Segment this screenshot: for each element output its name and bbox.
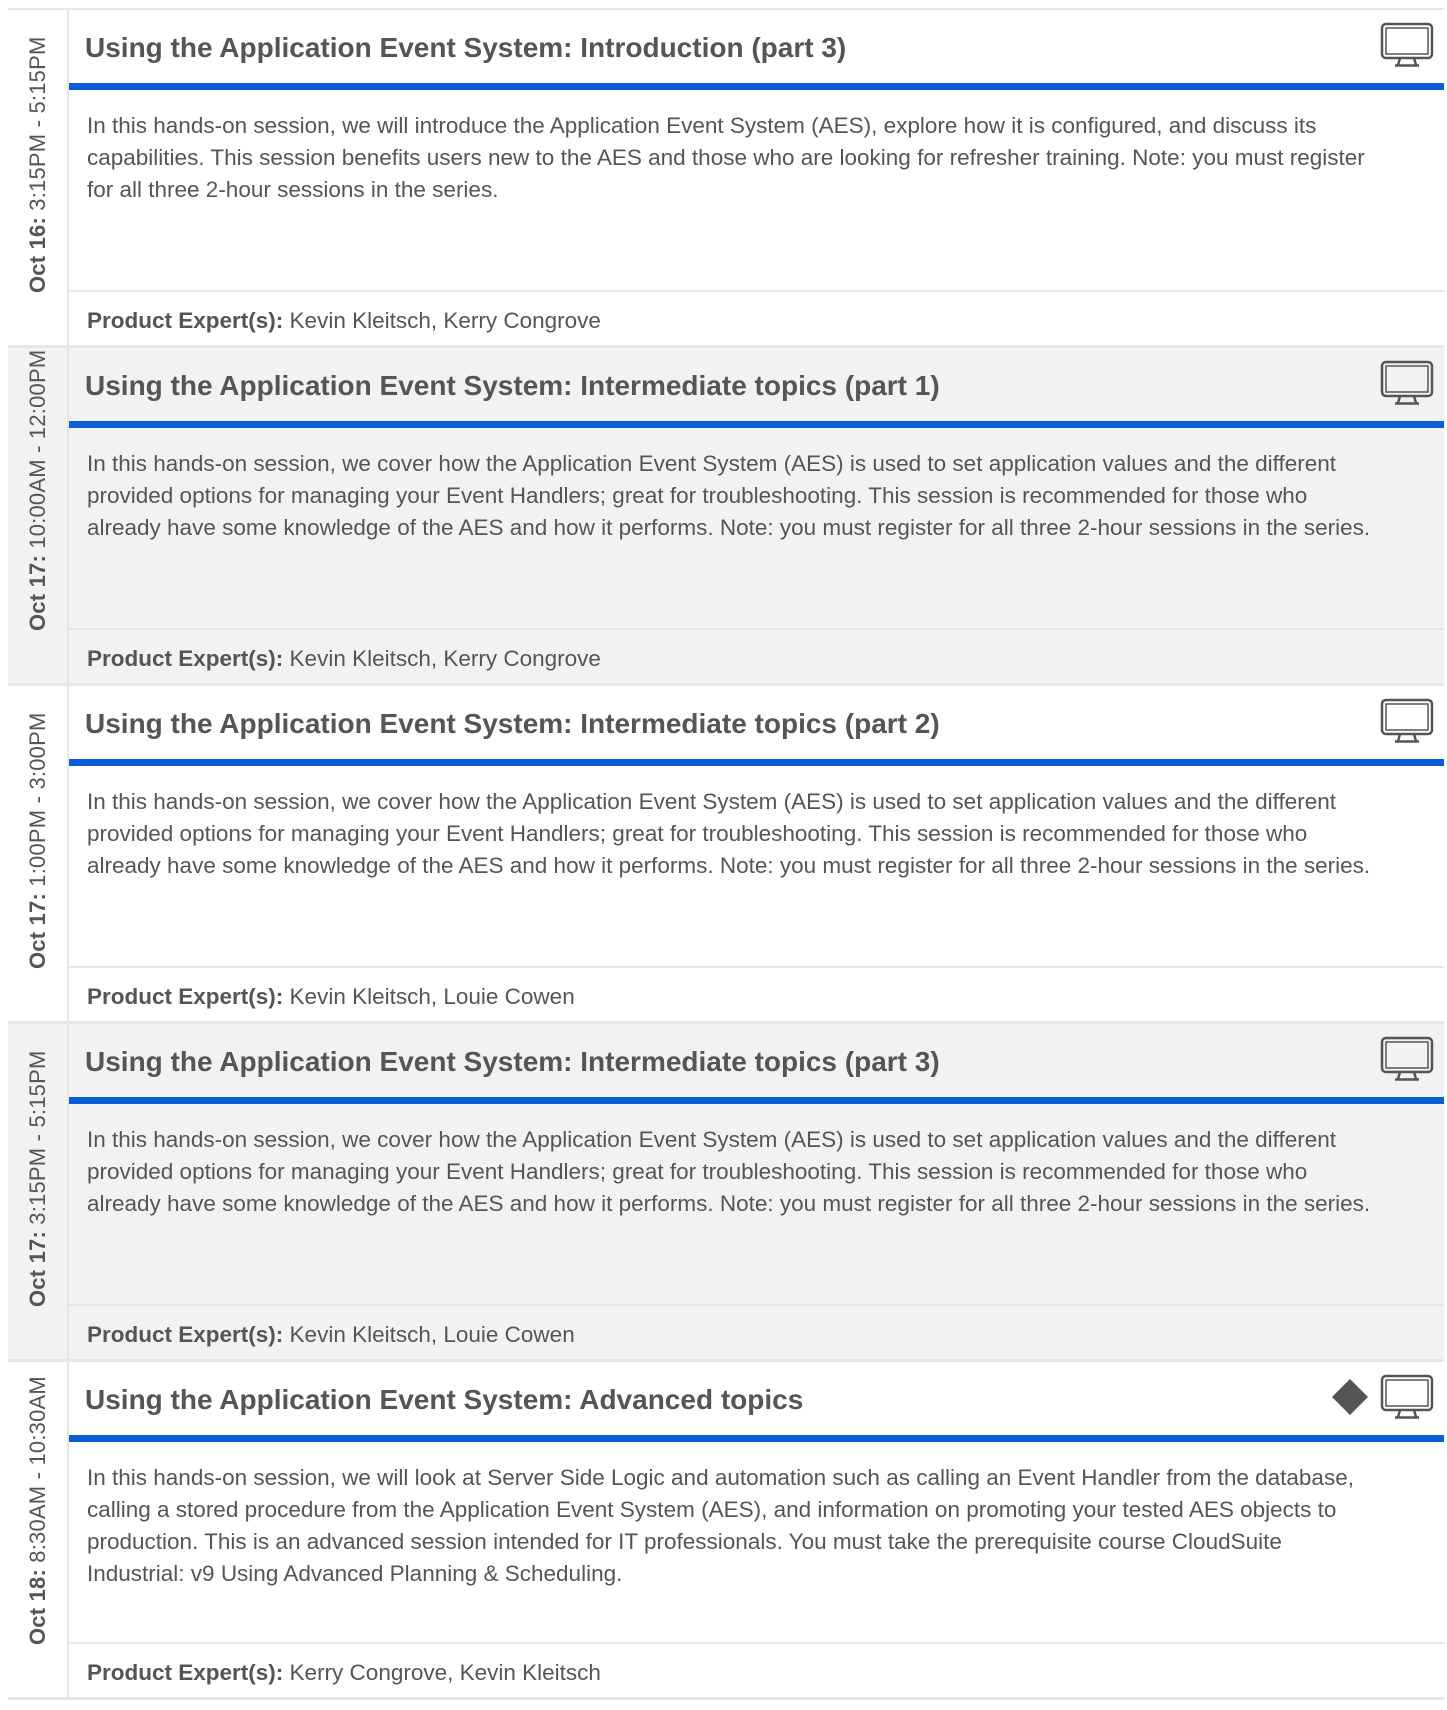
session-row: Oct 18: 8:30AM - 10:30AM Using the Appli… <box>8 1362 1444 1700</box>
session-time: 1:00PM - 3:00PM <box>24 712 50 887</box>
experts-names: Kevin Kleitsch, Louie Cowen <box>289 1322 575 1347</box>
experts-names: Kevin Kleitsch, Louie Cowen <box>289 984 575 1009</box>
session-title[interactable]: Using the Application Event System: Intr… <box>85 32 846 64</box>
session-experts: Product Expert(s): Kevin Kleitsch, Kerry… <box>69 628 1444 683</box>
monitor-icon <box>1380 698 1434 744</box>
session-description: In this hands-on session, we cover how t… <box>87 789 1371 878</box>
session-experts: Product Expert(s): Kerry Congrove, Kevin… <box>69 1642 1444 1697</box>
experts-names: Kevin Kleitsch, Kerry Congrove <box>289 308 601 333</box>
session-experts: Product Expert(s): Kevin Kleitsch, Louie… <box>69 966 1444 1021</box>
session-description: In this hands-on session, we will look a… <box>87 1465 1354 1586</box>
experts-label: Product Expert(s): <box>87 646 284 671</box>
session-header: Using the Application Event System: Inte… <box>69 1024 1444 1104</box>
session-header: Using the Application Event System: Adva… <box>69 1362 1444 1442</box>
session-time: 3:15PM - 5:15PM <box>24 1050 50 1225</box>
experts-label: Product Expert(s): <box>87 1660 284 1685</box>
session-time: 8:30AM - 10:30AM <box>24 1376 50 1563</box>
session-date: Oct 17: <box>24 555 50 631</box>
session-list: Oct 16: 3:15PM - 5:15PM Using the Applic… <box>8 8 1444 1700</box>
experts-names: Kerry Congrove, Kevin Kleitsch <box>289 1660 601 1685</box>
session-time: 3:15PM - 5:15PM <box>24 36 50 211</box>
session-datetime: Oct 17: 10:00AM - 12:00PM <box>25 350 51 631</box>
session-experts: Product Expert(s): Kevin Kleitsch, Kerry… <box>69 290 1444 345</box>
monitor-icon <box>1380 1374 1434 1420</box>
session-date-column: Oct 17: 10:00AM - 12:00PM <box>8 348 69 683</box>
monitor-icon <box>1380 1036 1434 1082</box>
session-content: Using the Application Event System: Intr… <box>69 10 1444 345</box>
session-description: In this hands-on session, we will introd… <box>87 113 1365 202</box>
session-datetime: Oct 16: 3:15PM - 5:15PM <box>25 37 51 293</box>
diamond-icon <box>1330 1377 1370 1417</box>
session-row: Oct 17: 1:00PM - 3:00PM Using the Applic… <box>8 686 1444 1024</box>
experts-label: Product Expert(s): <box>87 984 284 1009</box>
session-datetime: Oct 17: 1:00PM - 3:00PM <box>25 713 51 969</box>
session-description: In this hands-on session, we cover how t… <box>87 1127 1371 1216</box>
session-icons <box>1380 1036 1434 1082</box>
session-date: Oct 17: <box>24 893 50 969</box>
experts-names: Kevin Kleitsch, Kerry Congrove <box>289 646 601 671</box>
session-datetime: Oct 17: 3:15PM - 5:15PM <box>25 1051 51 1307</box>
session-title[interactable]: Using the Application Event System: Inte… <box>85 370 940 402</box>
session-date-column: Oct 17: 1:00PM - 3:00PM <box>8 686 69 1021</box>
session-date: Oct 16: <box>24 217 50 293</box>
experts-label: Product Expert(s): <box>87 1322 284 1347</box>
session-row: Oct 17: 10:00AM - 12:00PM Using the Appl… <box>8 348 1444 686</box>
session-date: Oct 17: <box>24 1231 50 1307</box>
session-description: In this hands-on session, we cover how t… <box>87 451 1371 540</box>
session-content: Using the Application Event System: Inte… <box>69 686 1444 1021</box>
session-datetime: Oct 18: 8:30AM - 10:30AM <box>25 1376 51 1645</box>
session-content: Using the Application Event System: Adva… <box>69 1362 1444 1697</box>
session-time: 10:00AM - 12:00PM <box>24 349 50 549</box>
session-row: Oct 17: 3:15PM - 5:15PM Using the Applic… <box>8 1024 1444 1362</box>
monitor-icon <box>1380 360 1434 406</box>
session-title[interactable]: Using the Application Event System: Inte… <box>85 1046 940 1078</box>
session-date-column: Oct 17: 3:15PM - 5:15PM <box>8 1024 69 1359</box>
session-date: Oct 18: <box>24 1569 50 1645</box>
session-icons <box>1380 22 1434 68</box>
session-icons <box>1380 698 1434 744</box>
session-row: Oct 16: 3:15PM - 5:15PM Using the Applic… <box>8 10 1444 348</box>
session-date-column: Oct 16: 3:15PM - 5:15PM <box>8 10 69 345</box>
session-icons <box>1380 360 1434 406</box>
session-date-column: Oct 18: 8:30AM - 10:30AM <box>8 1362 69 1697</box>
monitor-icon <box>1380 22 1434 68</box>
session-title[interactable]: Using the Application Event System: Inte… <box>85 708 940 740</box>
session-header: Using the Application Event System: Inte… <box>69 686 1444 766</box>
experts-label: Product Expert(s): <box>87 308 284 333</box>
session-content: Using the Application Event System: Inte… <box>69 1024 1444 1359</box>
session-content: Using the Application Event System: Inte… <box>69 348 1444 683</box>
session-icons <box>1330 1374 1434 1420</box>
session-title[interactable]: Using the Application Event System: Adva… <box>85 1384 803 1416</box>
session-experts: Product Expert(s): Kevin Kleitsch, Louie… <box>69 1304 1444 1359</box>
session-header: Using the Application Event System: Intr… <box>69 10 1444 90</box>
session-header: Using the Application Event System: Inte… <box>69 348 1444 428</box>
